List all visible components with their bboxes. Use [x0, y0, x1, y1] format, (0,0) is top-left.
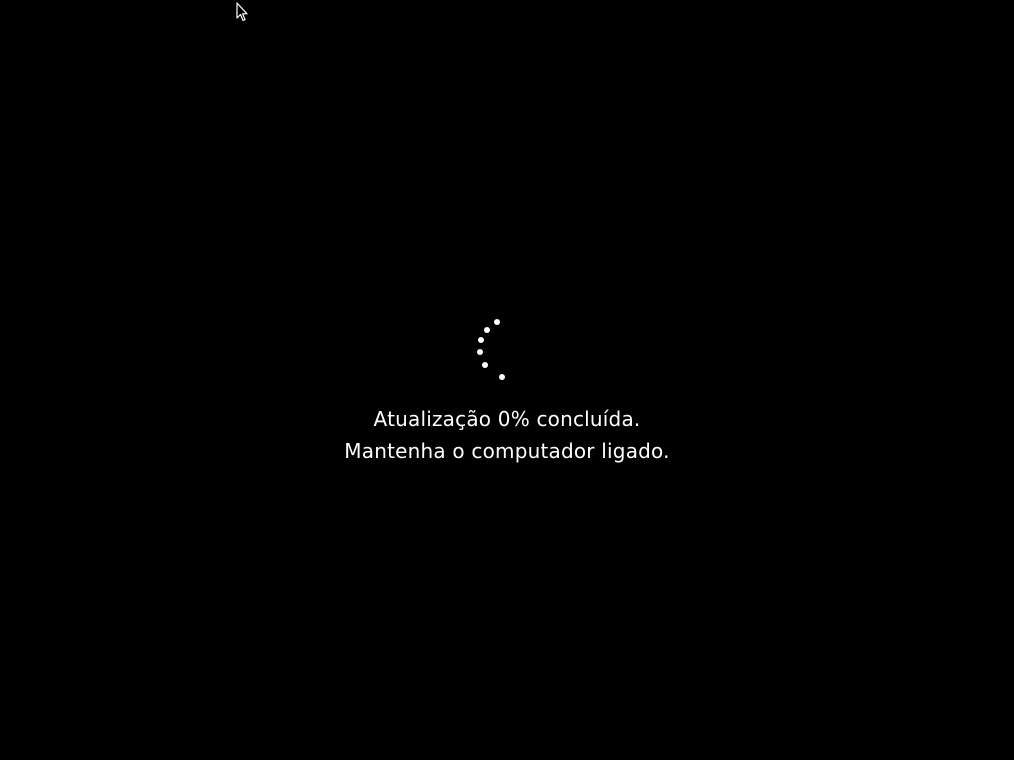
spinner-dot: [484, 327, 490, 333]
keep-computer-on-text: Mantenha o computador ligado.: [344, 439, 670, 463]
spinner-dot: [494, 319, 500, 325]
update-screen: Atualização 0% concluída. Mantenha o com…: [0, 0, 1014, 760]
spinner-dot: [477, 349, 483, 355]
loading-spinner-icon: [477, 319, 505, 380]
spinner-dot: [499, 374, 505, 380]
mouse-pointer-icon: [236, 2, 248, 22]
spinner-dot: [482, 362, 488, 368]
spinner-dot: [478, 337, 484, 343]
update-status-message: Atualização 0% concluída. Mantenha o com…: [0, 403, 1014, 467]
update-progress-text: Atualização 0% concluída.: [373, 407, 641, 431]
